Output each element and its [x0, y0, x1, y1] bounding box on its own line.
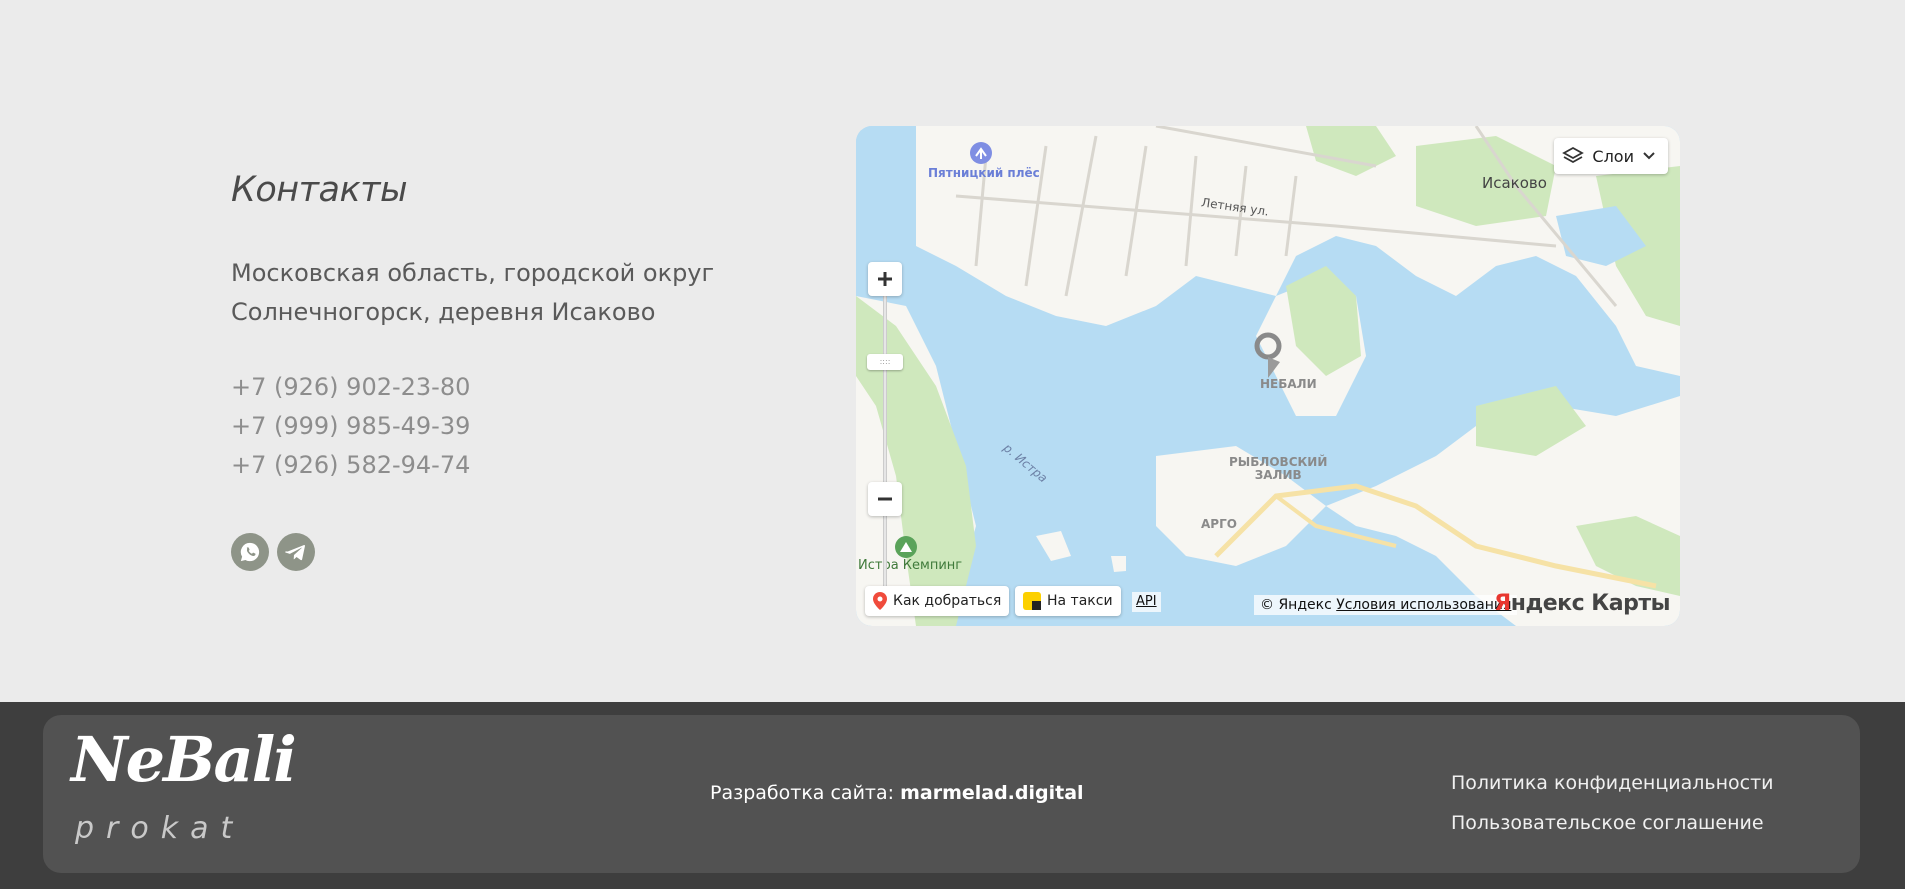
camping-icon: [895, 536, 917, 558]
copyright-text: © Яндекс: [1260, 597, 1332, 613]
phone-list: +7 (926) 902-23-80 +7 (999) 985-49-39 +7…: [231, 368, 791, 485]
terms-link[interactable]: Условия использования: [1336, 597, 1511, 613]
whatsapp-button[interactable]: [231, 533, 269, 571]
social-links: [231, 533, 791, 571]
telegram-icon: [285, 545, 305, 561]
logo-text: ндекс Карты: [1510, 591, 1671, 616]
taxi-icon: [1023, 592, 1041, 610]
telegram-button[interactable]: [277, 533, 315, 571]
privacy-policy-link[interactable]: Политика конфиденциальности: [1451, 763, 1774, 803]
footer-logo[interactable]: NeBali: [71, 723, 297, 796]
plus-icon: [878, 272, 892, 286]
map-label: Истра Кемпинг: [858, 558, 963, 573]
taxi-label: На такси: [1047, 593, 1113, 609]
yandex-map[interactable]: Пятницкий плёс Летняя ул. Исаково НЕБАЛИ…: [856, 126, 1680, 626]
address-line: Солнечногорск, деревня Исаково: [231, 298, 656, 326]
map-label: Исаково: [1482, 174, 1547, 192]
map-label: НЕБАЛИ: [1260, 377, 1317, 391]
map-label: РЫБЛОВСКИЙ ЗАЛИВ: [1229, 456, 1327, 482]
developer-credit: Разработка сайта: marmelad.digital: [710, 782, 1084, 804]
route-button[interactable]: Как добраться: [865, 586, 1010, 616]
phone-link[interactable]: +7 (926) 902-23-80: [231, 368, 791, 407]
route-label: Как добраться: [893, 593, 1002, 609]
contacts-section: Контакты Московская область, городской о…: [231, 170, 791, 571]
contacts-title: Контакты: [231, 170, 408, 210]
address-line: Московская область, городской округ: [231, 259, 715, 287]
logo-letter: Я: [1494, 591, 1511, 616]
user-agreement-link[interactable]: Пользовательское соглашение: [1451, 803, 1774, 843]
layers-label: Слои: [1592, 146, 1634, 166]
yandex-maps-logo[interactable]: Яндекс Карты: [1494, 591, 1670, 616]
developer-prefix: Разработка сайта:: [710, 782, 895, 804]
site-footer: NeBali prokat Разработка сайта: marmelad…: [0, 702, 1905, 889]
taxi-button[interactable]: На такси: [1015, 586, 1121, 616]
location-pin-icon[interactable]: [1254, 332, 1288, 380]
api-link[interactable]: API: [1132, 592, 1161, 612]
map-label-line: ЗАЛИВ: [1254, 468, 1302, 482]
footer-links: Политика конфиденциальности Пользователь…: [1451, 763, 1774, 843]
zoom-slider-track[interactable]: [883, 286, 887, 611]
zoom-in-button[interactable]: [868, 262, 902, 296]
phone-link[interactable]: +7 (999) 985-49-39: [231, 407, 791, 446]
minus-icon: [878, 497, 892, 501]
footer-panel: NeBali prokat Разработка сайта: marmelad…: [43, 715, 1860, 873]
map-label: Пятницкий плёс: [928, 166, 1040, 180]
route-pin-icon: [873, 592, 887, 610]
chevron-down-icon: [1643, 152, 1655, 160]
map-copyright: © Яндекс Условия использования: [1254, 595, 1518, 615]
zoom-out-button[interactable]: [868, 482, 902, 516]
layers-button[interactable]: Слои: [1554, 138, 1668, 174]
map-label: АРГО: [1201, 517, 1237, 531]
developer-link[interactable]: marmelad.digital: [900, 782, 1083, 804]
whatsapp-icon: [240, 542, 260, 562]
address: Московская область, городской округ Солн…: [231, 254, 791, 332]
zoom-slider-thumb[interactable]: ::::: [867, 354, 903, 370]
beach-icon: [970, 142, 992, 164]
footer-logo-subtitle: prokat: [75, 811, 245, 846]
phone-link[interactable]: +7 (926) 582-94-74: [231, 446, 791, 485]
layers-icon: [1562, 146, 1585, 164]
